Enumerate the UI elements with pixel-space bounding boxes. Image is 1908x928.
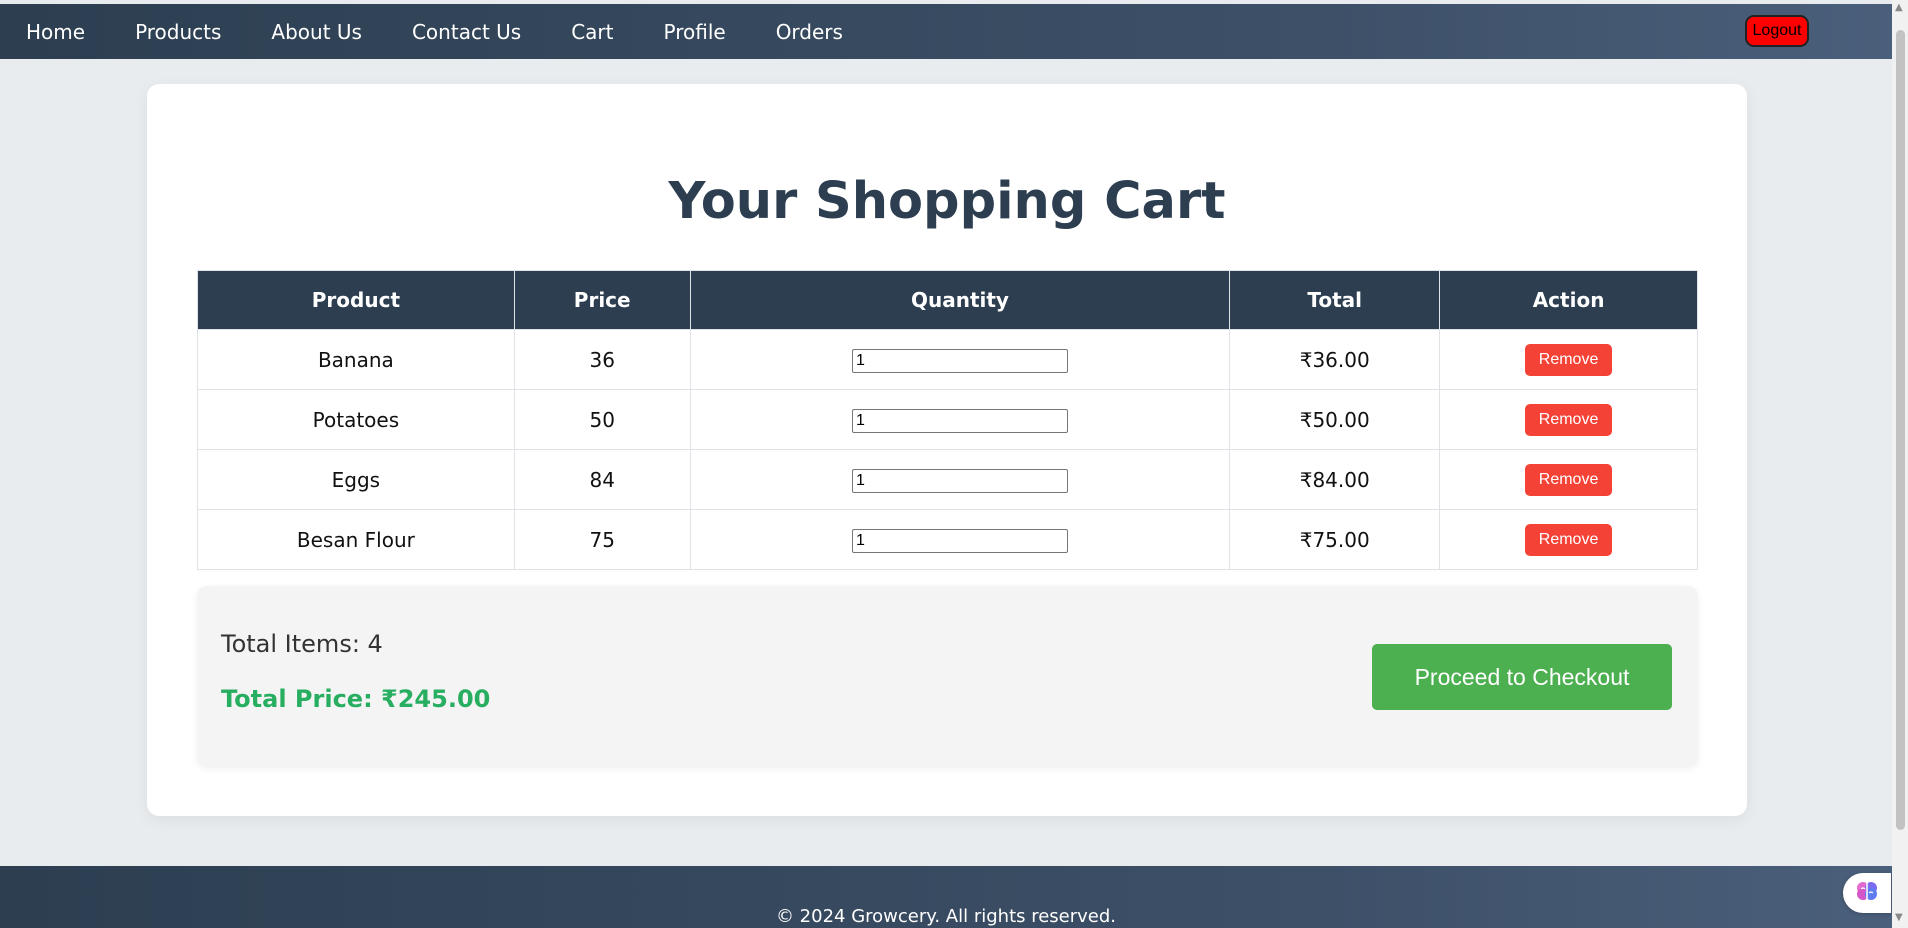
product-price: 36 xyxy=(513,329,691,390)
footer-copyright: © 2024 Growcery. All rights reserved. xyxy=(775,906,1117,927)
remove-button[interactable]: Remove xyxy=(1525,463,1613,496)
quantity-input[interactable] xyxy=(851,529,1068,553)
remove-button[interactable]: Remove xyxy=(1525,403,1613,436)
action-cell: Remove xyxy=(1439,389,1698,450)
row-total: ₹50.00 xyxy=(1229,389,1441,450)
quantity-cell xyxy=(689,509,1231,570)
assistant-button[interactable] xyxy=(1843,873,1891,913)
nav-orders[interactable]: Orders xyxy=(776,20,843,44)
row-total: ₹84.00 xyxy=(1229,449,1441,510)
product-name: Banana xyxy=(197,329,515,390)
nav-about-us[interactable]: About Us xyxy=(271,20,362,44)
quantity-input[interactable] xyxy=(851,469,1068,493)
cart-summary: Total Items: 4 Total Price: ₹245.00 Proc… xyxy=(197,586,1698,767)
product-price: 84 xyxy=(513,449,691,510)
table-header-row: Product Price Quantity Total Action xyxy=(197,270,1698,330)
product-price: 50 xyxy=(513,389,691,450)
total-price: Total Price: ₹245.00 xyxy=(221,685,491,713)
remove-button[interactable]: Remove xyxy=(1525,343,1613,376)
scroll-up-arrow-icon[interactable]: ▲ xyxy=(1895,2,1903,13)
total-items: Total Items: 4 xyxy=(221,630,383,658)
quantity-input[interactable] xyxy=(851,409,1068,433)
column-header-action: Action xyxy=(1439,270,1698,330)
top-navbar: Home Products About Us Contact Us Cart P… xyxy=(0,4,1894,59)
product-price: 75 xyxy=(513,509,691,570)
product-name: Potatoes xyxy=(197,389,515,450)
nav-products[interactable]: Products xyxy=(135,20,221,44)
column-header-product: Product xyxy=(197,270,515,330)
column-header-total: Total xyxy=(1229,270,1441,330)
quantity-input[interactable] xyxy=(851,349,1068,373)
row-total: ₹36.00 xyxy=(1229,329,1441,390)
table-row: Banana 36 ₹36.00 Remove xyxy=(197,329,1698,390)
vertical-scrollbar[interactable]: ▲ ▼ xyxy=(1892,0,1908,928)
column-header-price: Price xyxy=(513,270,691,330)
brain-icon xyxy=(1854,878,1880,908)
scroll-down-arrow-icon[interactable]: ▼ xyxy=(1895,912,1903,923)
nav-cart[interactable]: Cart xyxy=(571,20,613,44)
product-name: Eggs xyxy=(197,449,515,510)
table-row: Eggs 84 ₹84.00 Remove xyxy=(197,449,1698,510)
page-title: Your Shopping Cart xyxy=(668,172,1226,231)
quantity-cell xyxy=(689,389,1231,450)
table-row: Potatoes 50 ₹50.00 Remove xyxy=(197,389,1698,450)
quantity-cell xyxy=(689,329,1231,390)
column-header-quantity: Quantity xyxy=(689,270,1231,330)
quantity-cell xyxy=(689,449,1231,510)
product-name: Besan Flour xyxy=(197,509,515,570)
logout-button[interactable]: Logout xyxy=(1745,15,1809,47)
table-row: Besan Flour 75 ₹75.00 Remove xyxy=(197,509,1698,570)
nav-profile[interactable]: Profile xyxy=(664,20,726,44)
action-cell: Remove xyxy=(1439,449,1698,510)
remove-button[interactable]: Remove xyxy=(1525,523,1613,556)
nav-home[interactable]: Home xyxy=(26,20,85,44)
footer: © 2024 Growcery. All rights reserved. xyxy=(0,866,1892,928)
action-cell: Remove xyxy=(1439,329,1698,390)
cart-table: Product Price Quantity Total Action Bana… xyxy=(197,270,1698,570)
nav-contact-us[interactable]: Contact Us xyxy=(412,20,521,44)
cart-card: Your Shopping Cart Product Price Quantit… xyxy=(147,84,1747,816)
checkout-button[interactable]: Proceed to Checkout xyxy=(1372,644,1672,710)
row-total: ₹75.00 xyxy=(1229,509,1441,570)
scroll-thumb[interactable] xyxy=(1896,30,1905,830)
action-cell: Remove xyxy=(1439,509,1698,570)
